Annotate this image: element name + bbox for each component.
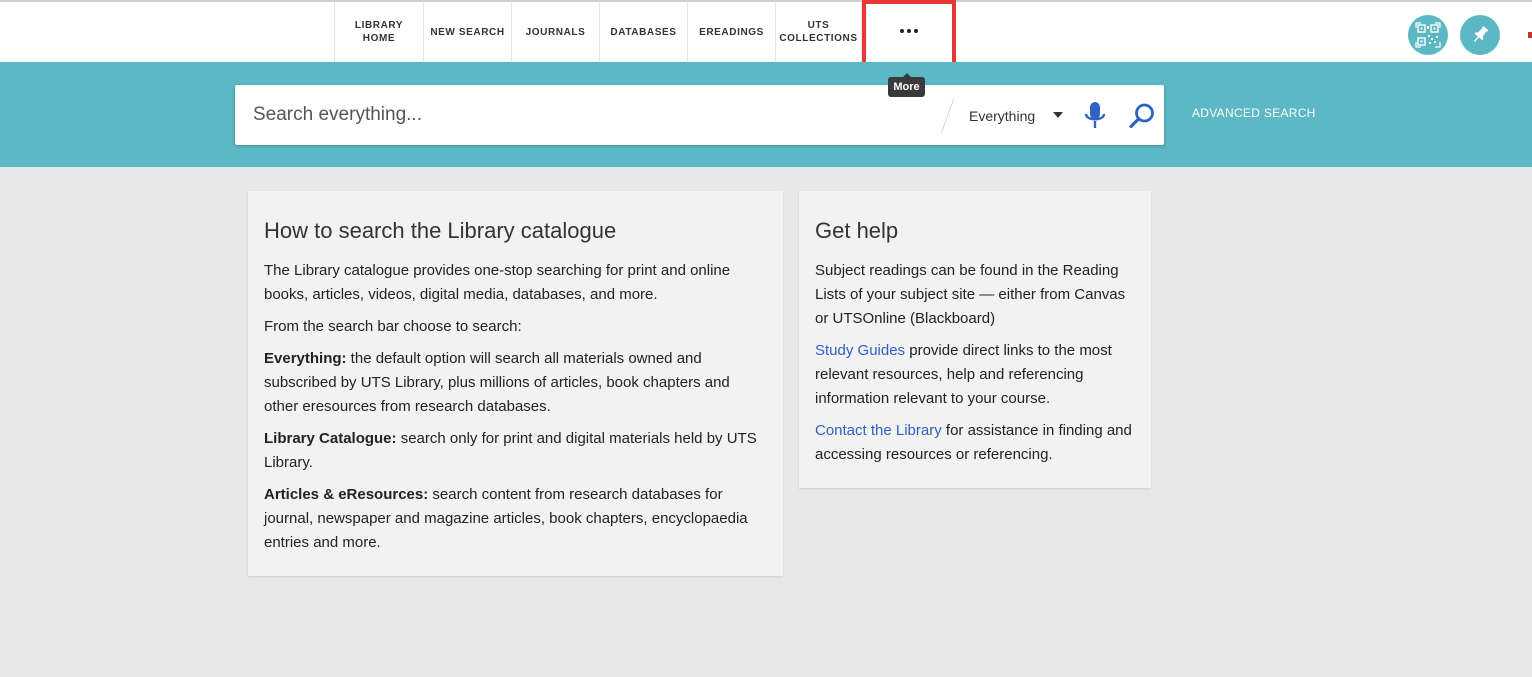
advanced-search-link[interactable]: ADVANCED SEARCH	[1192, 106, 1316, 120]
nav-new-search-label: NEW SEARCH	[430, 26, 505, 38]
nav-uts-collections[interactable]: UTS COLLECTIONS	[775, 2, 862, 62]
option-articles: Articles & eResources: search content fr…	[264, 483, 767, 555]
help-contact: Contact the Library for assistance in fi…	[815, 419, 1135, 467]
qr-code-icon	[1415, 22, 1441, 48]
nav-new-search[interactable]: NEW SEARCH	[423, 2, 511, 62]
nav-databases[interactable]: DATABASES	[599, 2, 687, 62]
edge-indicator	[1528, 32, 1532, 38]
qr-code-button[interactable]	[1408, 15, 1448, 55]
scope-selected-value: Everything	[969, 108, 1036, 124]
option-everything-label: Everything:	[264, 350, 347, 367]
contact-library-link[interactable]: Contact the Library	[815, 422, 942, 439]
chevron-down-icon[interactable]	[1053, 112, 1063, 118]
help-reading-lists: Subject readings can be found in the Rea…	[815, 262, 1126, 327]
search-bar: Everything	[235, 85, 1164, 145]
top-navigation-bar: LIBRARY HOME NEW SEARCH JOURNALS DATABASE…	[0, 2, 1532, 62]
option-articles-label: Articles & eResources:	[264, 486, 429, 503]
scope-dropdown[interactable]: Everything	[969, 105, 1035, 127]
more-tooltip: More	[888, 73, 925, 97]
help-study-guides: Study Guides provide direct links to the…	[815, 339, 1135, 411]
microphone-icon[interactable]	[1083, 101, 1107, 131]
nav-journals-label: JOURNALS	[525, 26, 586, 38]
option-everything: Everything: the default option will sear…	[264, 347, 767, 419]
how-to-choose: From the search bar choose to search:	[264, 318, 522, 335]
main-nav: LIBRARY HOME NEW SEARCH JOURNALS DATABASE…	[334, 2, 862, 62]
nav-uts-collections-line1: UTS	[807, 20, 830, 31]
search-icon[interactable]	[1128, 102, 1156, 130]
more-button[interactable]	[862, 0, 956, 68]
option-library-catalogue: Library Catalogue: search only for print…	[264, 427, 767, 475]
more-dots-icon	[900, 29, 918, 33]
pin-button[interactable]	[1460, 15, 1500, 55]
get-help-card: Get help Subject readings can be found i…	[799, 191, 1151, 488]
search-input[interactable]	[253, 99, 933, 131]
how-to-search-title: How to search the Library catalogue	[264, 218, 617, 243]
nav-databases-label: DATABASES	[610, 26, 677, 38]
get-help-title: Get help	[815, 218, 899, 243]
pin-icon	[1474, 26, 1489, 42]
nav-ereadings-label: EREADINGS	[699, 26, 764, 38]
search-divider	[940, 99, 955, 133]
option-library-catalogue-label: Library Catalogue:	[264, 430, 397, 447]
nav-journals[interactable]: JOURNALS	[511, 2, 599, 62]
nav-library-home[interactable]: LIBRARY HOME	[334, 2, 423, 62]
nav-uts-collections-line2: COLLECTIONS	[779, 33, 858, 44]
nav-ereadings[interactable]: EREADINGS	[687, 2, 775, 62]
study-guides-link[interactable]: Study Guides	[815, 342, 905, 359]
nav-library-home-line2: HOME	[362, 33, 396, 44]
how-to-search-card: How to search the Library catalogue The …	[248, 191, 783, 576]
how-to-intro: The Library catalogue provides one-stop …	[264, 262, 731, 303]
nav-library-home-line1: LIBRARY	[354, 20, 404, 31]
